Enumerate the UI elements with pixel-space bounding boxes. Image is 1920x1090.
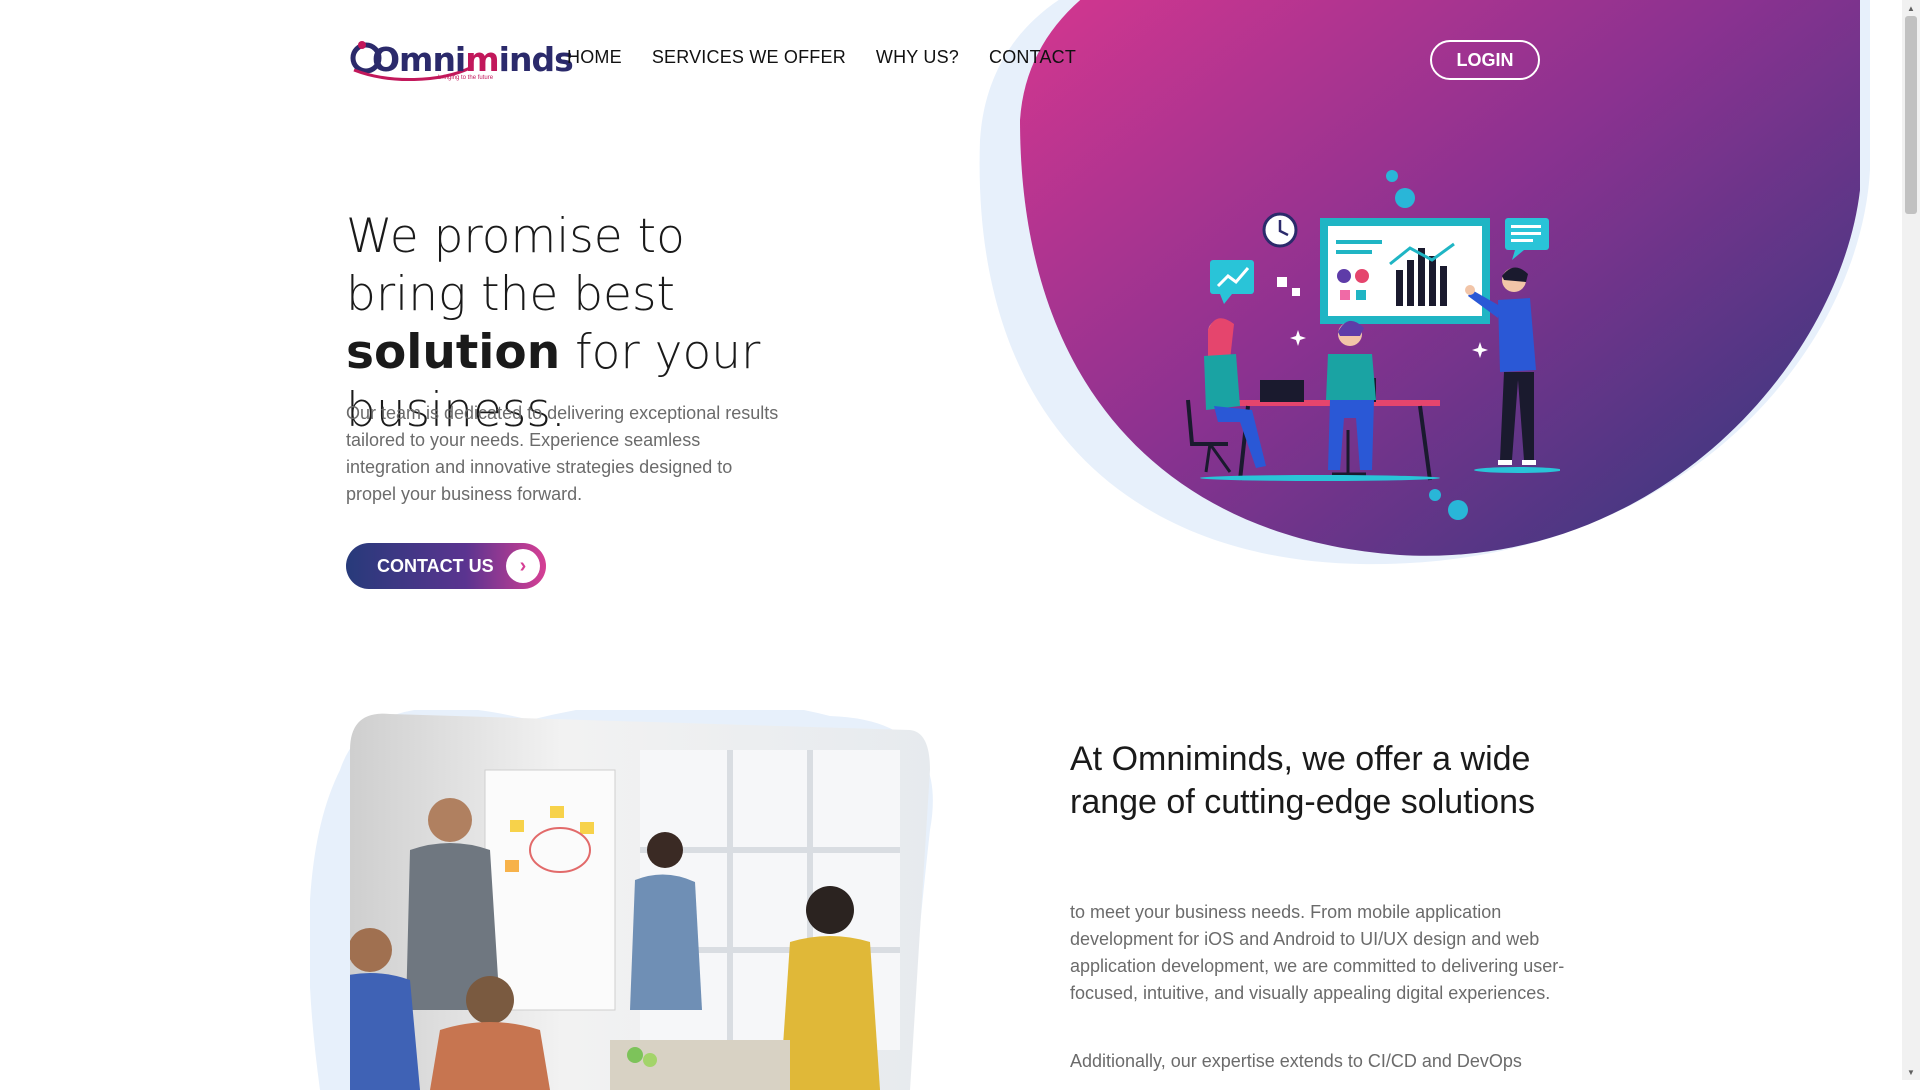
main-nav: HOME SERVICES WE OFFER WHY US? CONTACT	[567, 47, 1076, 68]
clock-icon	[1262, 212, 1298, 248]
team-photo	[310, 710, 940, 1090]
nav-home[interactable]: HOME	[567, 47, 622, 68]
services-title: At Omniminds, we offer a wide range of c…	[1070, 740, 1535, 821]
hero-description: Our team is dedicated to delivering exce…	[346, 403, 779, 504]
logo-wordmark: Omniminds	[372, 40, 574, 79]
nav-services[interactable]: SERVICES WE OFFER	[652, 47, 846, 68]
logo-tagline: bringing to the future	[438, 75, 494, 81]
scroll-down-arrow-icon[interactable]: ▼	[1902, 1064, 1920, 1080]
contact-us-label: CONTACT US	[377, 555, 494, 576]
nav-contact[interactable]: CONTACT	[989, 47, 1076, 68]
omniminds-logo[interactable]: Omniminds bringing to the future	[350, 38, 574, 84]
scrollbar-thumb[interactable]	[1905, 16, 1917, 214]
vertical-scrollbar[interactable]: ▲ ▼	[1902, 0, 1920, 1080]
services-paragraph-2: Additionally, our expertise extends to C…	[1070, 1051, 1522, 1071]
team-meeting-illustration	[1120, 160, 1562, 530]
chevron-right-icon: ›	[506, 549, 540, 583]
login-button[interactable]: LOGIN	[1430, 40, 1540, 80]
services-paragraph-1: to meet your business needs. From mobile…	[1070, 902, 1565, 1003]
contact-us-button[interactable]: CONTACT US ›	[346, 543, 546, 589]
nav-why-us[interactable]: WHY US?	[876, 47, 959, 68]
scroll-up-arrow-icon[interactable]: ▲	[1902, 0, 1920, 16]
trend-bubble-icon	[1210, 260, 1254, 304]
message-bubble-icon	[1505, 218, 1549, 260]
